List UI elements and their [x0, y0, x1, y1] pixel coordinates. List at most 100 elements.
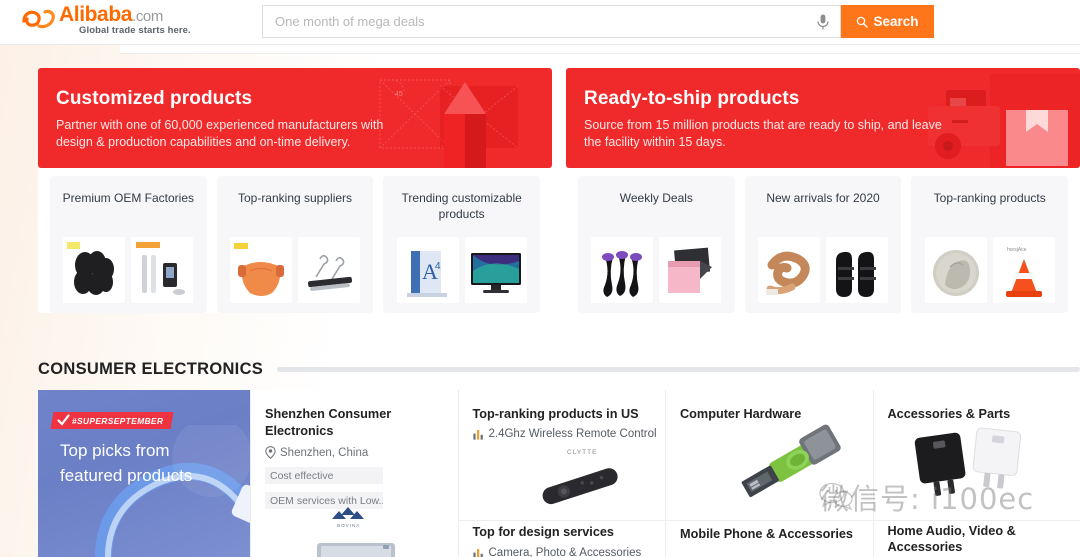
tile-label: Top-ranking suppliers	[237, 191, 353, 205]
map-pin-icon	[265, 446, 276, 459]
tile-label: Top-ranking products	[933, 191, 1046, 205]
tile-images	[50, 235, 207, 303]
logo-tld: .com	[132, 8, 163, 25]
search-button[interactable]: Search	[841, 5, 934, 38]
search-bar: Search	[262, 5, 934, 38]
sub-ranked-product-line[interactable]: Camera, Photo & Accessories	[472, 547, 642, 557]
ce-column-accessories-parts[interactable]: Accessories & Parts Home Audio, Video & …	[872, 390, 1080, 557]
thumb-tv	[464, 237, 527, 303]
sub-column-title: Top for design services	[472, 525, 614, 539]
tile-label: Trending customizable products	[401, 191, 522, 221]
header-divider	[0, 44, 1080, 45]
svg-text:45: 45	[395, 91, 403, 98]
sub-ranked-product-label: Camera, Photo & Accessories	[488, 547, 642, 557]
tile-images	[217, 235, 374, 303]
alibaba-swirl-icon	[22, 9, 55, 29]
wall-chargers-image	[874, 420, 1080, 510]
tile-label: New arrivals for 2020	[766, 191, 880, 205]
site-header: Alibaba.com Global trade starts here. On…	[0, 0, 1080, 44]
thumb-tools	[131, 237, 194, 303]
tile-top-ranking-products[interactable]: Top-ranking products horsjAce	[911, 176, 1069, 313]
ready-to-ship-tiles: Weekly Deals New arrivals for 2020 Top-r…	[566, 176, 1080, 313]
banner-title: Ready-to-ship products	[584, 88, 800, 109]
banner-title: Customized products	[56, 88, 253, 109]
ranked-product-label: 2.4Ghz Wireless Remote Control	[488, 428, 657, 440]
thumb-coin	[924, 237, 987, 303]
supplier-location: Shenzhen, China	[265, 446, 444, 459]
usb-drive-image	[666, 424, 873, 510]
remote-control-image: CLYTTE	[459, 442, 666, 508]
column-title: Top-ranking products in US	[472, 407, 639, 421]
supplier-chip-1[interactable]: Cost effective	[265, 467, 383, 484]
consumer-electronics-grid: #SUPERSEPTEMBER Top picks from featured …	[38, 390, 1080, 557]
customized-products-banner[interactable]: 45 Customized products Partner with one …	[38, 68, 552, 168]
tile-label: Weekly Deals	[619, 191, 693, 205]
ce-column-computer-hardware[interactable]: Computer Hardware Mobile Phone & Accesso…	[665, 390, 873, 557]
bar-chart-icon	[472, 548, 483, 557]
tile-images	[745, 235, 902, 303]
tile-images: A 4	[383, 235, 540, 303]
thumb-hangers	[298, 237, 360, 303]
customized-products-panel: 45 Customized products Partner with one …	[38, 68, 552, 313]
microphone-icon[interactable]	[816, 13, 830, 30]
supplier-product-image: BOVINA	[251, 503, 458, 557]
tile-new-arrivals-2020[interactable]: New arrivals for 2020	[744, 176, 902, 313]
ranked-product-line[interactable]: 2.4Ghz Wireless Remote Control	[472, 428, 657, 440]
column-inner-divider	[458, 520, 665, 521]
thumb-a4-paper: A 4	[396, 237, 459, 303]
tile-label: Premium OEM Factories	[62, 191, 195, 205]
thumb-tape	[758, 237, 820, 303]
banner-subtitle: Partner with one of 60,000 experienced m…	[56, 118, 384, 149]
svg-text:CLYTTE: CLYTTE	[567, 449, 597, 456]
location-label: Shenzhen, China	[280, 446, 369, 459]
badge-label: #SUPERSEPTEMBER	[72, 415, 164, 426]
subnav-strip	[120, 45, 1080, 54]
tile-premium-oem-factories[interactable]: Premium OEM Factories	[50, 176, 207, 313]
sub-column-title: Home Audio, Video & Accessories	[887, 524, 1016, 554]
consumer-electronics-section-header: CONSUMER ELECTRONICS	[38, 355, 1080, 383]
page-title: CONSUMER ELECTRONICS	[38, 359, 264, 378]
ready-to-ship-banner[interactable]: Ready-to-ship products Source from 15 mi…	[566, 68, 1080, 168]
featured-products-promo-card[interactable]: #SUPERSEPTEMBER Top picks from featured …	[38, 390, 250, 557]
alibaba-logo[interactable]: Alibaba.com Global trade starts here.	[22, 2, 242, 42]
promo-title: Top picks from featured products	[60, 441, 193, 485]
green-usb-flash-drive	[741, 424, 841, 498]
column-inner-divider	[666, 520, 873, 521]
check-icon	[57, 414, 70, 426]
logo-tagline: Global trade starts here.	[79, 25, 191, 36]
logo-name: Alibaba	[59, 3, 133, 26]
banner-subtitle: Source from 15 million products that are…	[584, 118, 942, 149]
ce-column-top-ranking-us[interactable]: Top-ranking products in US 2.4Ghz Wirele…	[457, 390, 666, 557]
svg-text:4: 4	[435, 261, 441, 272]
column-inner-divider	[873, 520, 1080, 521]
supersetpember-badge: #SUPERSEPTEMBER	[50, 412, 174, 429]
tile-top-ranking-suppliers[interactable]: Top-ranking suppliers	[216, 176, 374, 313]
thumb-poly-mailers	[659, 237, 722, 303]
column-title: Shenzhen Consumer Electronics	[265, 407, 392, 438]
black-remote-control: CLYTTE	[542, 449, 618, 505]
thumb-knee-pads	[826, 237, 888, 303]
section-divider	[277, 366, 1080, 372]
tile-images: horsjAce	[911, 235, 1068, 303]
usb-wall-chargers	[914, 427, 1021, 496]
search-input[interactable]	[263, 6, 840, 37]
customized-tiles: Premium OEM Factories Top-ranking suppli…	[38, 176, 552, 313]
thumb-traffic-cone: horsjAce	[992, 237, 1055, 303]
tile-trending-customizable-products[interactable]: Trending customizable products A 4	[383, 176, 541, 313]
magnifier-icon	[857, 16, 869, 28]
search-button-label: Search	[873, 14, 919, 29]
thumb-hair-bundles	[63, 237, 126, 303]
tile-weekly-deals[interactable]: Weekly Deals	[578, 176, 735, 313]
svg-text:BOVINA: BOVINA	[337, 523, 360, 528]
alibaba-homepage: Alibaba.com Global trade starts here. On…	[0, 0, 1080, 557]
search-input-wrap[interactable]	[262, 5, 841, 38]
ce-column-shenzhen[interactable]: Shenzhen Consumer Electronics Shenzhen, …	[250, 390, 458, 557]
column-title: Computer Hardware	[680, 407, 802, 421]
chip-label: Cost effective	[270, 469, 334, 482]
thumb-resistance-band	[230, 237, 292, 303]
bar-chart-icon	[472, 429, 483, 440]
sub-column-title: Mobile Phone & Accessories	[680, 527, 853, 541]
bovina-laptop-thumbnail: BOVINA	[317, 507, 395, 557]
thumb-hair-weave	[591, 237, 654, 303]
svg-text:horsjAce: horsjAce	[1007, 247, 1027, 253]
